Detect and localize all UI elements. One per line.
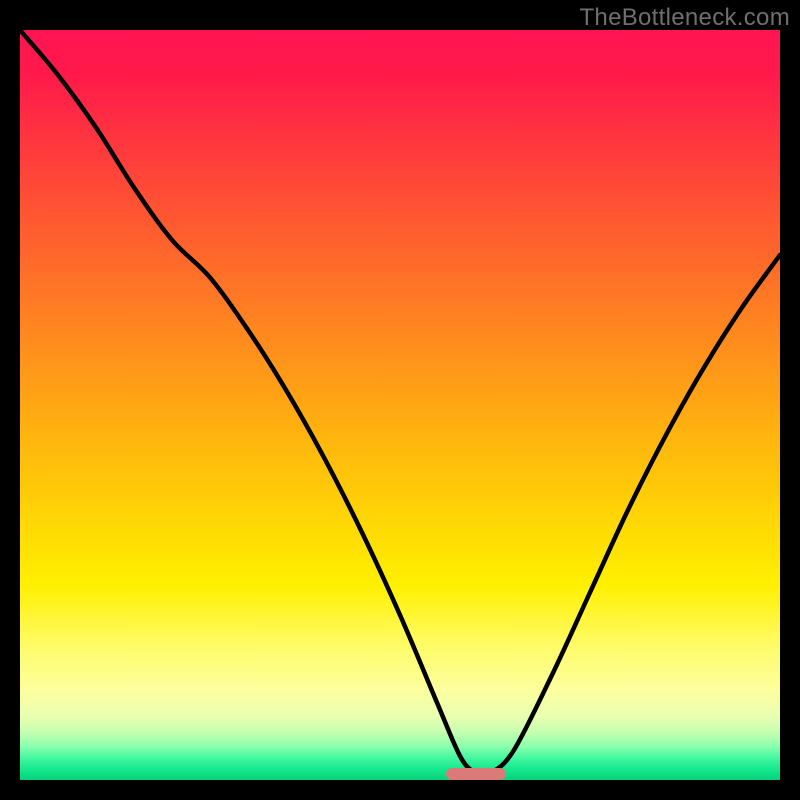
bottleneck-curve bbox=[20, 30, 780, 780]
watermark-text: TheBottleneck.com bbox=[579, 4, 790, 32]
plot-area bbox=[20, 30, 780, 780]
optimal-range-marker bbox=[446, 768, 507, 780]
chart-frame: TheBottleneck.com bbox=[0, 0, 800, 800]
